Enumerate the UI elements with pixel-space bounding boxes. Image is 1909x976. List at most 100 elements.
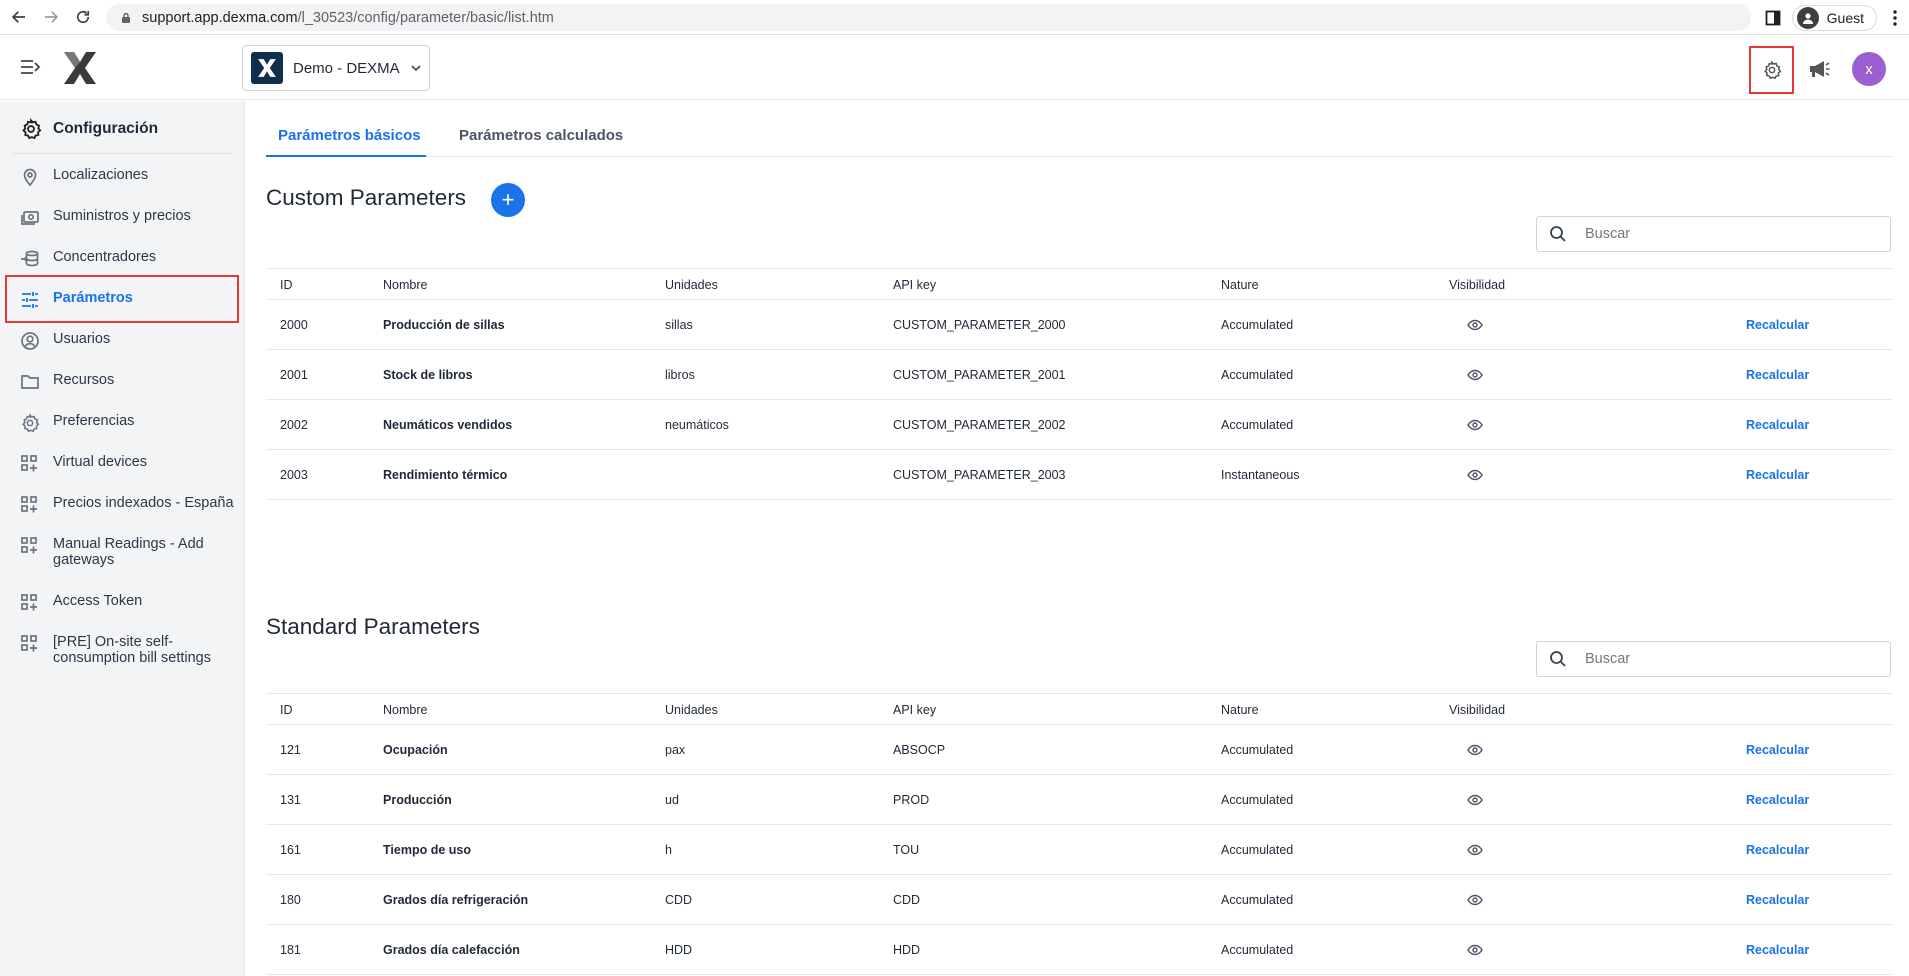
recalculate-link[interactable]: Recalcular <box>1746 943 1809 957</box>
row-name: Tiempo de uso <box>383 843 471 857</box>
add-parameter-button[interactable]: + <box>491 183 525 217</box>
sidebar-item-label: [PRE] On-site self-consumption bill sett… <box>53 634 211 666</box>
recalculate-link[interactable]: Recalcular <box>1746 793 1809 807</box>
chevron-down-icon <box>411 65 421 72</box>
row-api-key: HDD <box>893 943 921 957</box>
app-header: Demo - DEXMA x <box>0 36 1909 100</box>
sidebar-item-label: Precios indexados - España <box>53 495 234 511</box>
apps-add-icon <box>20 454 40 474</box>
standard-search-box <box>1536 641 1891 677</box>
table-row: 161 Tiempo de uso h TOU Accumulated Recalcula… <box>266 825 1892 875</box>
row-id: 2001 <box>280 368 308 382</box>
recalculate-link[interactable]: Recalcular <box>1746 843 1809 857</box>
row-units: sillas <box>665 318 693 332</box>
kebab-menu-icon[interactable] <box>1885 5 1905 31</box>
row-units: h <box>665 843 672 857</box>
row-api-key: TOU <box>893 843 920 857</box>
row-api-key: CDD <box>893 893 921 907</box>
eye-icon[interactable] <box>1467 367 1483 383</box>
sidebar-divider <box>12 153 233 154</box>
recalculate-link[interactable]: Recalcular <box>1746 318 1809 332</box>
sidebar-item-usuarios[interactable]: Usuarios <box>20 331 238 351</box>
col-id: ID <box>280 703 293 717</box>
sidebar-item-label: Access Token <box>53 593 143 609</box>
eye-icon[interactable] <box>1467 417 1483 433</box>
sidebar-item-parametros[interactable]: Parámetros <box>20 290 238 310</box>
eye-icon[interactable] <box>1467 892 1483 908</box>
recalculate-link[interactable]: Recalcular <box>1746 893 1809 907</box>
row-api-key: CUSTOM_PARAMETER_2003 <box>893 468 1066 482</box>
eye-icon[interactable] <box>1467 467 1483 483</box>
settings-button[interactable] <box>1749 46 1794 94</box>
recalculate-link[interactable]: Recalcular <box>1746 368 1809 382</box>
sidebar-item-concentradores[interactable]: Concentradores <box>20 249 238 269</box>
row-units: libros <box>665 368 695 382</box>
col-units: Unidades <box>665 278 718 292</box>
eye-icon[interactable] <box>1467 842 1483 858</box>
table-row: 2002 Neumáticos vendidos neumáticos CUSTOM_… <box>266 400 1892 450</box>
tab-bar: Parámetros básicos Parámetros calculados <box>266 101 1892 157</box>
user-avatar[interactable]: x <box>1852 52 1886 86</box>
forward-arrow-icon[interactable] <box>38 4 64 30</box>
row-id: 2003 <box>280 468 308 482</box>
org-name: Demo - DEXMA <box>293 59 400 77</box>
side-panel-icon[interactable] <box>1762 7 1784 29</box>
address-bar[interactable]: support.app.dexma.com/l_30523/config/par… <box>106 4 1751 31</box>
menu-toggle-icon[interactable] <box>20 56 42 78</box>
row-name: Grados día refrigeración <box>383 893 529 907</box>
eye-icon[interactable] <box>1467 742 1483 758</box>
megaphone-icon[interactable] <box>1806 56 1832 82</box>
custom-search-box <box>1536 216 1891 252</box>
apps-add-icon <box>20 634 40 654</box>
sidebar-item-preferencias[interactable]: Preferencias <box>20 413 238 433</box>
recalculate-link[interactable]: Recalcular <box>1746 743 1809 757</box>
row-units: CDD <box>665 893 693 907</box>
col-nature: Nature <box>1221 278 1259 292</box>
row-name: Grados día calefacción <box>383 943 520 957</box>
sidebar-item-on-site-self-consumption[interactable]: [PRE] On-site self-consumption bill sett… <box>20 634 238 666</box>
sidebar-item-precios-indexados[interactable]: Precios indexados - España <box>20 495 238 515</box>
table-row: 2001 Stock de libros libros CUSTOM_PARAMETE… <box>266 350 1892 400</box>
sidebar-item-label: Recursos <box>53 372 115 388</box>
gear-icon <box>20 413 40 433</box>
tab-parametros-calculados[interactable]: Parámetros calculados <box>459 127 623 144</box>
eye-icon[interactable] <box>1467 792 1483 808</box>
row-units: ud <box>665 793 679 807</box>
table-row: 181 Grados día calefacción HDD HDD Accumulat… <box>266 925 1892 975</box>
dexma-logo[interactable] <box>62 50 98 86</box>
back-arrow-icon[interactable] <box>6 4 32 30</box>
sidebar-item-access-token[interactable]: Access Token <box>20 593 238 613</box>
eye-icon[interactable] <box>1467 317 1483 333</box>
recalculate-link[interactable]: Recalcular <box>1746 418 1809 432</box>
organization-selector[interactable]: Demo - DEXMA <box>242 45 430 91</box>
sidebar-item-manual-readings[interactable]: Manual Readings - Add gateways <box>20 536 238 568</box>
col-visibility: Visibilidad <box>1449 278 1506 292</box>
row-id: 180 <box>280 893 301 907</box>
col-api-key: API key <box>893 703 937 717</box>
eye-icon[interactable] <box>1467 942 1483 958</box>
profile-chip[interactable]: Guest <box>1791 4 1877 31</box>
row-api-key: ABSOCP <box>893 743 946 757</box>
sidebar-item-recursos[interactable]: Recursos <box>20 372 238 392</box>
sidebar-item-label: Virtual devices <box>53 454 148 470</box>
sidebar-item-virtual-devices[interactable]: Virtual devices <box>20 454 238 474</box>
row-nature: Accumulated <box>1221 843 1294 857</box>
search-icon <box>1550 226 1566 242</box>
table-row: 2003 Rendimiento térmico CUSTOM_PARAMETER_… <box>266 450 1892 500</box>
row-name: Neumáticos vendidos <box>383 418 513 432</box>
standard-parameters-table: ID Nombre Unidades API key Nature Visibi… <box>266 693 1892 975</box>
standard-search-input[interactable] <box>1585 651 1885 667</box>
lock-icon <box>120 12 132 24</box>
sidebar-item-suministros[interactable]: Suministros y precios <box>20 208 238 228</box>
main-content: Parámetros básicos Parámetros calculados… <box>246 101 1909 976</box>
recalculate-link[interactable]: Recalcular <box>1746 468 1809 482</box>
guest-avatar-icon <box>1796 6 1819 29</box>
tab-parametros-basicos[interactable]: Parámetros básicos <box>278 127 421 144</box>
col-name: Nombre <box>383 703 428 717</box>
browser-toolbar: support.app.dexma.com/l_30523/config/par… <box>0 0 1909 35</box>
custom-search-input[interactable] <box>1585 226 1885 242</box>
reload-icon[interactable] <box>70 4 96 30</box>
row-api-key: CUSTOM_PARAMETER_2002 <box>893 418 1066 432</box>
gear-icon <box>1763 60 1781 80</box>
sidebar-item-localizaciones[interactable]: Localizaciones <box>20 167 238 187</box>
